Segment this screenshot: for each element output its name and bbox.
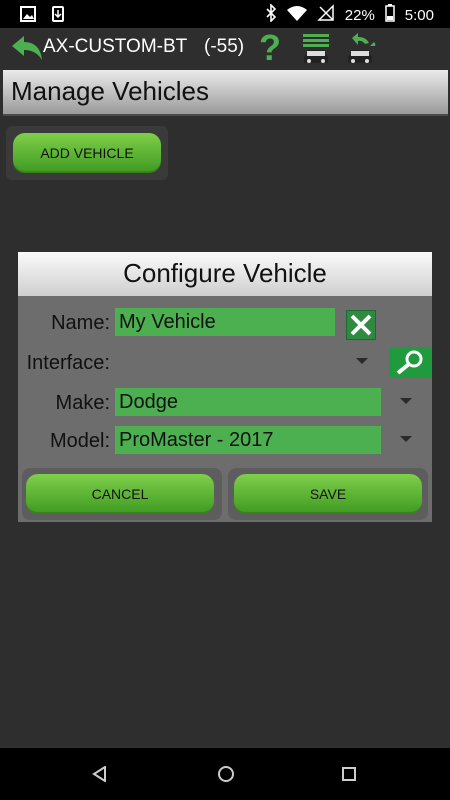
model-label: Model:	[49, 430, 110, 452]
download-icon	[50, 6, 66, 22]
back-arrow-icon[interactable]	[10, 36, 44, 67]
recents-icon[interactable]	[342, 767, 356, 786]
screen-title-bar: Manage Vehicles	[3, 70, 448, 116]
save-button[interactable]: SAVE	[234, 474, 422, 514]
recycle-vehicle-icon[interactable]	[344, 32, 378, 71]
configure-vehicle-dialog: Name: My Vehicle Interface: Make: Dodge …	[18, 296, 432, 522]
chevron-down-icon	[400, 436, 412, 442]
signal-strength: (-55)	[204, 36, 245, 57]
battery-text: 22%	[344, 6, 375, 24]
chevron-down-icon	[356, 358, 368, 364]
battery-icon	[385, 4, 395, 26]
name-input[interactable]: My Vehicle	[115, 308, 335, 336]
checkbox-icon[interactable]	[346, 310, 376, 340]
add-vehicle-container: ADD VEHICLE	[6, 126, 168, 180]
dialog-title-bar: Configure Vehicle	[18, 252, 432, 298]
home-icon[interactable]	[217, 765, 235, 788]
help-icon[interactable]: ?	[259, 28, 281, 68]
bluetooth-icon	[265, 3, 277, 26]
model-select[interactable]: ProMaster - 2017	[115, 426, 381, 454]
make-label: Make:	[55, 392, 110, 414]
vehicle-list-icon[interactable]	[300, 32, 334, 71]
wifi-icon	[286, 5, 307, 25]
interface-label: Interface:	[26, 352, 110, 374]
search-icon	[396, 350, 423, 375]
back-icon[interactable]	[92, 765, 108, 787]
image-icon	[20, 6, 36, 22]
cancel-button-container: CANCEL	[22, 468, 222, 520]
app-bar: AX-CUSTOM-BT (-55) ?	[0, 28, 450, 70]
mute-icon	[316, 4, 335, 26]
dialog-title: Configure Vehicle	[123, 258, 327, 288]
navigation-bar	[0, 748, 450, 800]
save-button-container: SAVE	[228, 468, 428, 520]
chevron-down-icon	[400, 398, 412, 404]
add-vehicle-button[interactable]: ADD VEHICLE	[13, 133, 161, 173]
search-button[interactable]	[389, 347, 432, 377]
status-bar: 22% 5:00	[0, 0, 450, 28]
name-label: Name:	[51, 312, 110, 334]
time-text: 5:00	[404, 6, 434, 24]
screen-title: Manage Vehicles	[11, 76, 210, 106]
make-select[interactable]: Dodge	[115, 388, 381, 416]
interface-select[interactable]	[115, 348, 370, 376]
device-name: AX-CUSTOM-BT	[43, 36, 188, 57]
cancel-button[interactable]: CANCEL	[26, 474, 214, 514]
